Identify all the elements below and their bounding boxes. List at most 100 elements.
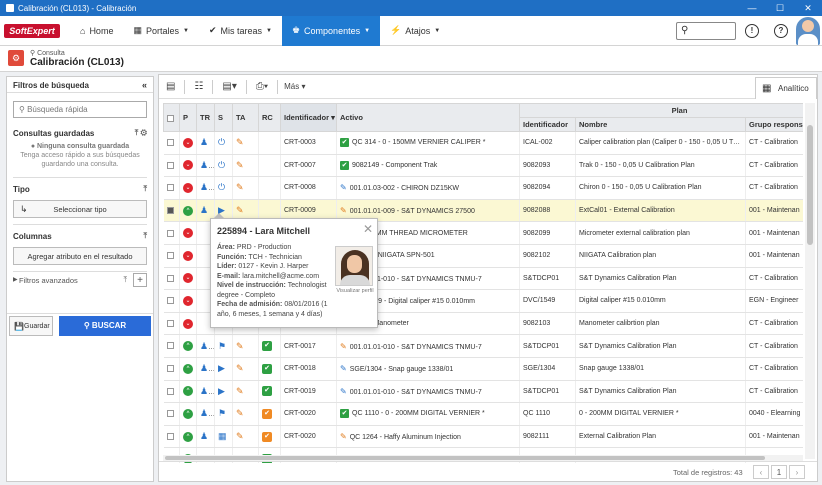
next-page-button[interactable]: › <box>789 465 805 479</box>
row-checkbox-cell[interactable] <box>163 154 180 178</box>
row-checkbox-cell[interactable] <box>163 176 180 200</box>
checkbox[interactable] <box>167 114 174 122</box>
prev-page-button[interactable]: ‹ <box>753 465 769 479</box>
nav-portales[interactable]: ▦ Portales ▼ <box>123 16 199 46</box>
row-checkbox[interactable] <box>166 432 174 440</box>
person-icon[interactable]: ♟ <box>200 137 208 147</box>
col-tr[interactable]: TR <box>196 103 215 132</box>
row-checkbox[interactable] <box>166 274 174 282</box>
row-checkbox[interactable] <box>166 297 174 305</box>
group-icon[interactable]: ♟♟ <box>200 182 214 192</box>
view-profile-link[interactable]: Visualizar perfil <box>333 288 377 294</box>
col-ta[interactable]: TA <box>232 103 259 132</box>
cell-tr[interactable]: ♟♟ <box>196 176 215 200</box>
cell-tr[interactable]: ♟ <box>196 131 215 155</box>
group-icon[interactable]: ♟♟ <box>200 341 214 351</box>
view-icon[interactable]: ▤ <box>163 81 178 92</box>
group-icon[interactable]: ♟♟ <box>200 408 214 418</box>
tab-analitico[interactable]: Analítico <box>755 77 817 100</box>
row-checkbox-cell[interactable] <box>163 267 180 291</box>
table-row[interactable]: ⌄ ♟♟ ⏻ ✎ CRT-0007 ✔9082149 - Component T… <box>163 154 803 178</box>
cell-tr[interactable]: ♟♟ <box>196 357 215 381</box>
cell-tr[interactable]: ♟♟ <box>196 402 215 426</box>
row-checkbox-cell[interactable] <box>163 357 180 381</box>
minimize-button[interactable]: — <box>738 3 766 13</box>
col-s[interactable]: S <box>214 103 233 132</box>
row-checkbox-cell[interactable] <box>163 289 180 313</box>
row-checkbox[interactable] <box>166 252 174 260</box>
softexpert-logo[interactable]: SoftExpert <box>4 23 60 38</box>
nav-mis-tareas[interactable]: ✔ Mis tareas ▼ <box>199 16 282 46</box>
table-row[interactable]: ⌄ ♟ ⏻ ✎ CRT-0003 ✔ QC 314 - 0 - 150MM VER… <box>163 131 803 155</box>
row-checkbox-cell[interactable] <box>163 221 180 245</box>
cell-tr[interactable]: ♟ <box>196 425 215 449</box>
search-button[interactable]: ⚲ BUSCAR <box>59 316 151 336</box>
advanced-filters[interactable]: ▶ Filtros avanzados ⤒ + <box>7 272 153 288</box>
row-checkbox-cell[interactable] <box>163 199 180 223</box>
row-checkbox[interactable] <box>166 229 174 237</box>
group-icon[interactable]: ♟♟ <box>200 386 214 396</box>
row-checkbox-cell[interactable] <box>163 402 180 426</box>
row-checkbox-cell[interactable] <box>163 334 180 358</box>
quick-search-input[interactable]: ⚲ Búsqueda rápida <box>13 101 147 118</box>
table-row[interactable]: ⌄ ♟♟ ⏻ ✎ CRT-0008 ✎001.01.03-002 - CHIRO… <box>163 176 803 200</box>
group-icon[interactable]: ♟♟ <box>200 363 214 373</box>
row-checkbox-cell[interactable] <box>163 244 180 268</box>
person-icon[interactable]: ♟ <box>200 431 208 441</box>
close-icon[interactable]: ✕ <box>363 222 373 236</box>
help-icon[interactable]: ? <box>774 24 788 38</box>
nav-componentes[interactable]: ♚ Componentes ▼ <box>281 15 381 46</box>
table-row[interactable]: ^ ♟ ▦ ✎ ✔ CRT-0020 ✎ QC 1264 - Haffy Alum… <box>163 425 803 449</box>
cell-tr[interactable]: ♟♟ <box>196 154 215 178</box>
profile-photo[interactable] <box>335 246 373 286</box>
user-avatar[interactable] <box>796 17 820 45</box>
row-checkbox[interactable] <box>166 342 174 350</box>
row-checkbox[interactable] <box>166 139 174 147</box>
table-row[interactable]: ^ ♟♟ ⚑ ✎ ✔ CRT-0017 ✎001.01.01-010 - S&T… <box>163 334 803 358</box>
add-filter-button[interactable]: + <box>133 273 147 287</box>
row-checkbox-cell[interactable] <box>163 425 180 449</box>
table-row[interactable]: ^ ♟♟ ▶ ✎ ✔ CRT-0019 ✎001.01.01-010 - S&T… <box>163 380 803 404</box>
select-type-button[interactable]: ↳ Seleccionar tipo <box>13 200 147 218</box>
close-button[interactable]: ✕ <box>794 3 822 14</box>
pin-icon[interactable]: ⤒ <box>123 275 127 285</box>
row-checkbox[interactable] <box>166 387 174 395</box>
pin-icon[interactable]: ⤒ <box>143 231 147 241</box>
table-row[interactable]: ^ ♟♟ ▶ ✎ ✔ CRT-0018 ✎SGE/1304 - Snap gau… <box>163 357 803 381</box>
col-identificador[interactable]: Identificador ▾ <box>280 103 337 132</box>
add-attribute-button[interactable]: Agregar atributo en el resultado <box>13 247 147 265</box>
tree-icon[interactable]: ☷ <box>191 81 206 92</box>
col-plan-identificador[interactable]: Identificador <box>519 117 576 132</box>
scroll-thumb[interactable] <box>807 125 813 245</box>
nav-atajos[interactable]: ⚡ Atajos ▼ <box>380 16 450 46</box>
nav-home[interactable]: ⌂ Home <box>70 16 123 46</box>
print-icon[interactable]: ⎙▾ <box>253 81 271 92</box>
save-button[interactable]: 💾 Guardar <box>9 316 53 336</box>
select-all-checkbox[interactable] <box>163 103 180 132</box>
row-checkbox[interactable] <box>166 206 174 214</box>
person-icon[interactable]: ♟ <box>200 205 208 215</box>
row-checkbox[interactable] <box>166 365 174 373</box>
col-rc[interactable]: RC <box>258 103 281 132</box>
more-button[interactable]: Más ▾ <box>284 82 305 91</box>
pin-icon[interactable]: ⤒ <box>143 184 147 194</box>
row-checkbox[interactable] <box>166 410 174 418</box>
col-activo[interactable]: Activo <box>336 103 520 132</box>
cell-tr[interactable]: ♟♟ <box>196 334 215 358</box>
scroll-thumb[interactable] <box>165 456 765 460</box>
col-plan-nombre[interactable]: Nombre <box>575 117 746 132</box>
chart-icon[interactable]: ▤▾ <box>219 81 239 92</box>
row-checkbox[interactable] <box>166 319 174 327</box>
row-checkbox-cell[interactable] <box>163 380 180 404</box>
col-plan-grupo[interactable]: Grupo respons <box>744 117 803 132</box>
table-row[interactable]: ^ ♟♟ ⚑ ✎ ✔ CRT-0020 ✔QC 1110 - 0 - 200MM… <box>163 402 803 426</box>
group-icon[interactable]: ♟♟ <box>200 160 214 170</box>
row-checkbox-cell[interactable] <box>163 131 180 155</box>
maximize-button[interactable]: ☐ <box>766 3 794 14</box>
page-number[interactable]: 1 <box>771 465 787 479</box>
global-search-input[interactable]: ⚲ <box>676 22 736 40</box>
vertical-scrollbar[interactable] <box>805 103 815 459</box>
notifications-icon[interactable]: ! <box>745 24 759 38</box>
row-checkbox[interactable] <box>166 184 174 192</box>
cell-tr[interactable]: ♟♟ <box>196 380 215 404</box>
